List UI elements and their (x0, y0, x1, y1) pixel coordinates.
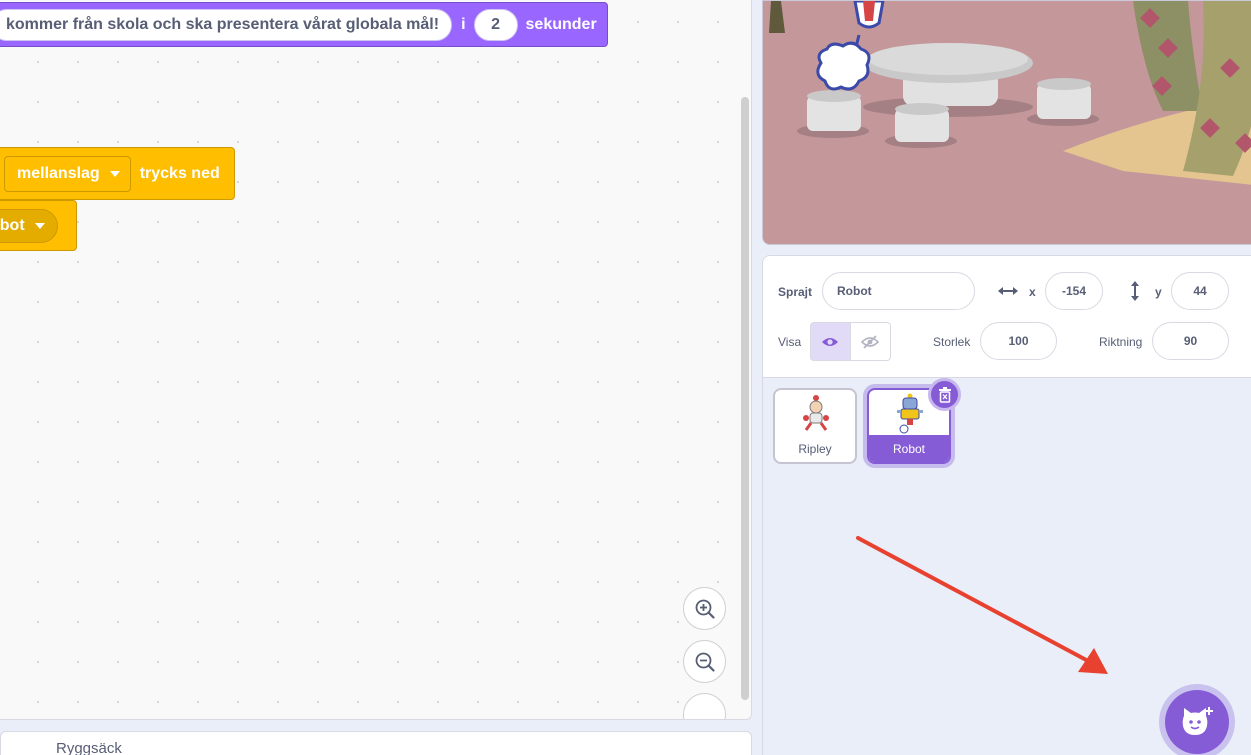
when-key-pressed-block[interactable]: mellanslag trycks ned (0, 147, 235, 200)
stage-backdrop (763, 1, 1251, 244)
key-dropdown-value: mellanslag (17, 164, 100, 182)
code-workspace[interactable]: kommer från skola och ska presentera vår… (0, 0, 752, 720)
annotation-arrow-icon (856, 536, 1108, 674)
zoom-in-button[interactable] (683, 587, 726, 630)
x-label: x (1029, 285, 1036, 299)
direction-label: Riktning (1099, 335, 1143, 349)
ripley-thumbnail (803, 395, 829, 431)
zoom-out-icon (695, 652, 715, 672)
hide-sprite-button[interactable] (850, 322, 891, 361)
zoom-out-button[interactable] (683, 640, 726, 683)
delete-sprite-button[interactable] (928, 378, 961, 411)
direction-field[interactable]: 90 (1152, 322, 1229, 360)
sprite-tile-ripley[interactable]: Ripley (773, 388, 857, 464)
eye-slash-icon (861, 334, 880, 349)
add-sprite-button[interactable] (1165, 690, 1229, 754)
seconds-label: sekunder (525, 15, 597, 33)
say-for-seconds-block[interactable]: kommer från skola och ska presentera vår… (0, 2, 608, 47)
sprite-label: Sprajt (778, 285, 813, 299)
add-sprite-cat-icon (1182, 707, 1213, 735)
chevron-down-icon (34, 222, 45, 229)
zoom-reset-icon (694, 704, 716, 721)
seconds-input[interactable]: 2 (473, 8, 518, 41)
show-sprite-button[interactable] (810, 322, 851, 361)
x-arrows-icon (998, 287, 1018, 295)
sprite-tile-label: Robot (869, 435, 949, 462)
backpack-panel[interactable]: Ryggsäck (0, 731, 752, 755)
sprite-name-field[interactable]: Robot (822, 272, 975, 310)
target-dropdown-value: obot (0, 216, 25, 234)
sprite-tile-label: Ripley (798, 441, 832, 456)
say-message-input[interactable]: kommer från skola och ska presentera vår… (0, 8, 453, 41)
show-label: Visa (778, 335, 802, 349)
in-label: i (461, 15, 466, 33)
zoom-in-icon (695, 599, 715, 619)
eye-icon (822, 337, 839, 346)
y-arrows-icon (1131, 281, 1139, 301)
visibility-toggle (810, 322, 891, 361)
x-position-field[interactable]: -154 (1045, 272, 1103, 310)
key-dropdown[interactable]: mellanslag (4, 155, 131, 192)
zoom-reset-button[interactable] (683, 693, 726, 721)
size-field[interactable]: 100 (980, 322, 1057, 360)
stage[interactable] (762, 0, 1251, 245)
chevron-down-icon (109, 170, 120, 177)
robot-thumbnail (897, 393, 923, 434)
workspace-scrollbar[interactable] (741, 97, 749, 700)
size-label: Storlek (933, 335, 971, 349)
sprite-target-block[interactable]: obot (0, 200, 77, 251)
target-dropdown[interactable]: obot (0, 208, 58, 243)
trash-icon (938, 386, 951, 403)
y-position-field[interactable]: 44 (1171, 272, 1229, 310)
backpack-label: Ryggsäck (56, 740, 122, 755)
y-label: y (1155, 285, 1162, 299)
key-pressed-label: trycks ned (139, 164, 220, 182)
